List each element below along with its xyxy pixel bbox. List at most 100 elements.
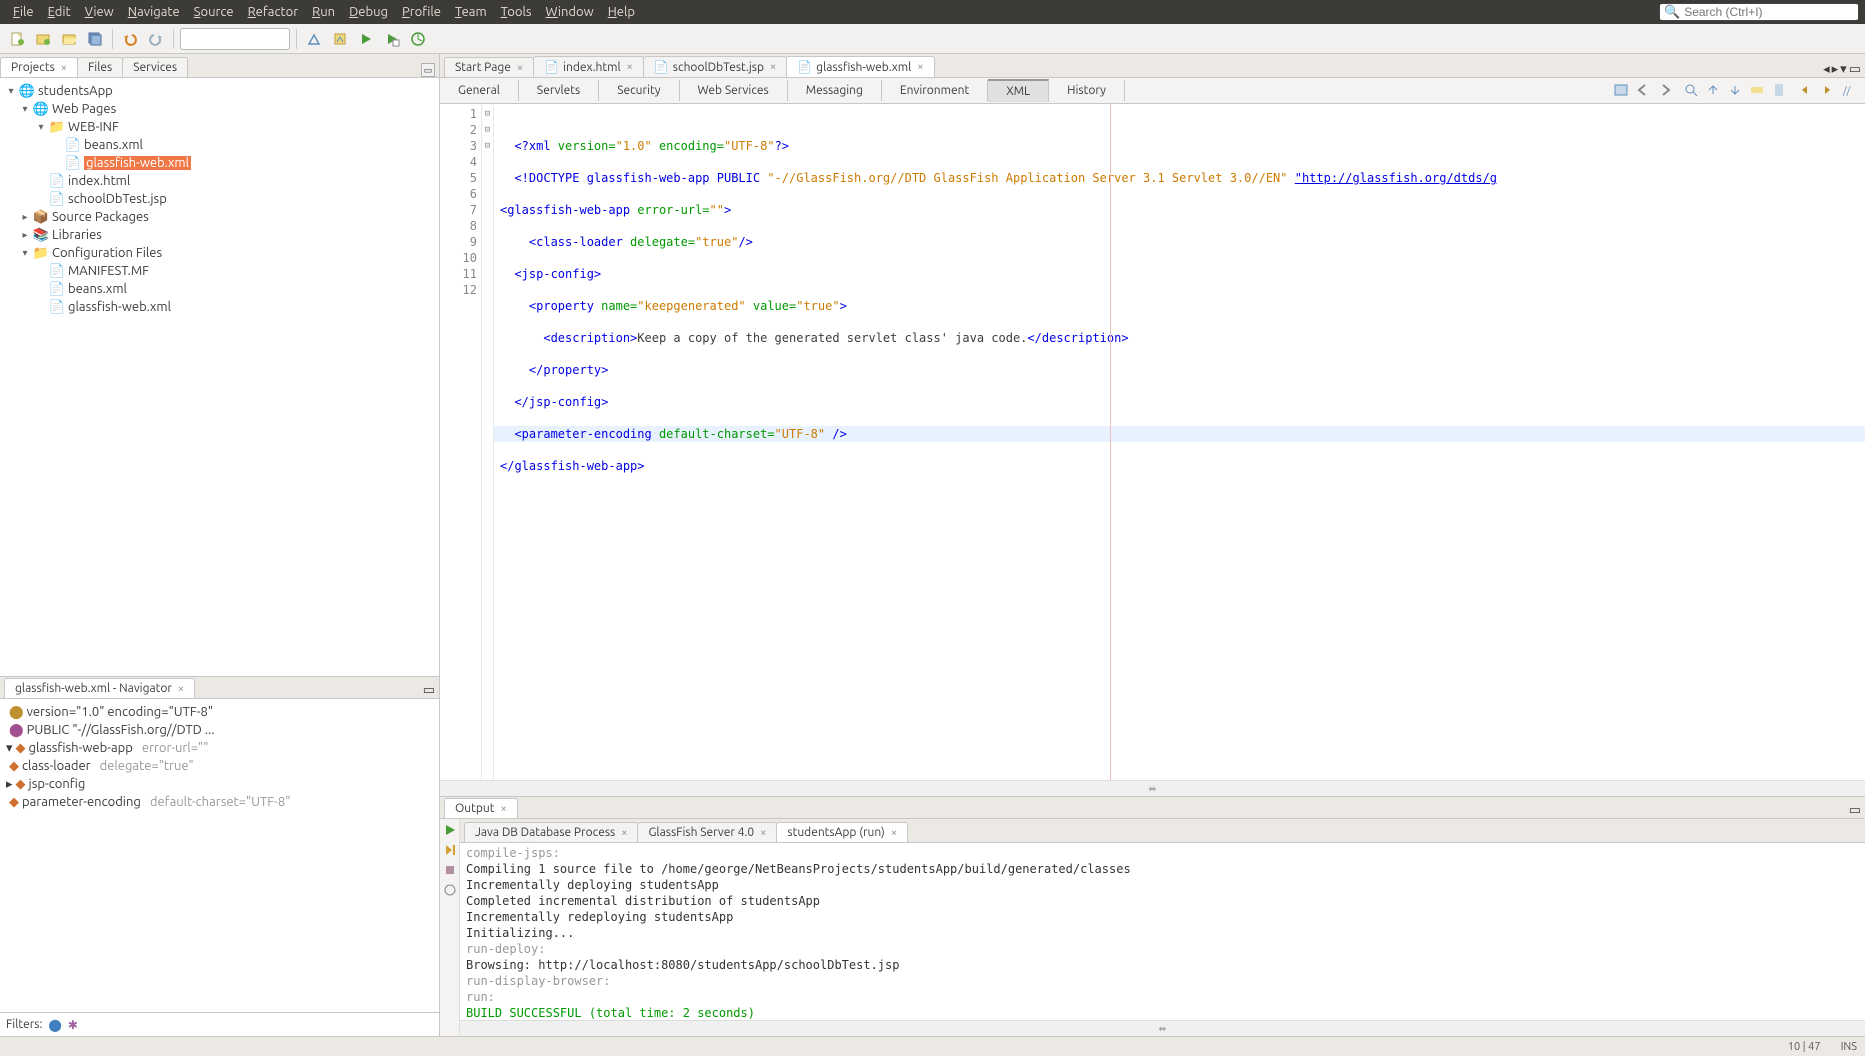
- back-button[interactable]: [1635, 82, 1653, 100]
- save-all-button[interactable]: [84, 28, 106, 50]
- toggle-bookmark-button[interactable]: [1771, 82, 1789, 100]
- quick-search-input[interactable]: [1684, 5, 1854, 19]
- tree-config-files[interactable]: ▾📁Configuration Files: [0, 244, 439, 262]
- open-project-button[interactable]: [58, 28, 80, 50]
- menu-team[interactable]: Team: [448, 2, 494, 22]
- filter-attr-icon[interactable]: ✱: [68, 1018, 78, 1032]
- tab-output[interactable]: Output×: [444, 798, 518, 818]
- menu-navigate[interactable]: Navigate: [121, 2, 187, 22]
- menu-file[interactable]: File: [6, 2, 41, 22]
- nav-jsp-config[interactable]: ▸◆jsp-config: [0, 775, 439, 793]
- menu-profile[interactable]: Profile: [395, 2, 448, 22]
- minimize-panel-button[interactable]: ▭: [1849, 803, 1861, 818]
- scroll-tabs-left-button[interactable]: ◂: [1823, 62, 1830, 77]
- menu-help[interactable]: Help: [601, 2, 642, 22]
- tree-school-jsp[interactable]: 📄schoolDbTest.jsp: [0, 190, 439, 208]
- stop-button[interactable]: [443, 863, 457, 877]
- tree-web-pages[interactable]: ▾🌐Web Pages: [0, 100, 439, 118]
- output-tab-studentsapp[interactable]: studentsApp (run)×: [776, 822, 908, 842]
- profile-button[interactable]: [407, 28, 429, 50]
- fold-gutter[interactable]: ⊟⊟⊟: [482, 104, 494, 780]
- view-tab-general[interactable]: General: [440, 80, 519, 101]
- tree-glassfish-xml-2[interactable]: 📄glassfish-web.xml: [0, 298, 439, 316]
- close-icon[interactable]: ×: [178, 683, 184, 695]
- menu-source[interactable]: Source: [187, 2, 241, 22]
- view-tab-servlets[interactable]: Servlets: [519, 80, 599, 101]
- maximize-window-button[interactable]: ▭: [1849, 62, 1861, 77]
- last-edit-button[interactable]: [1613, 82, 1631, 100]
- forward-button[interactable]: [1657, 82, 1675, 100]
- tab-services[interactable]: Services: [122, 57, 188, 77]
- output-tab-javadb[interactable]: Java DB Database Process×: [464, 822, 638, 842]
- clean-build-button[interactable]: [329, 28, 351, 50]
- view-tab-webservices[interactable]: Web Services: [680, 80, 788, 101]
- find-next-button[interactable]: [1727, 82, 1745, 100]
- tree-project-root[interactable]: ▾🌐studentsApp: [0, 82, 439, 100]
- shift-left-button[interactable]: [1797, 82, 1815, 100]
- close-icon[interactable]: ×: [621, 827, 627, 839]
- menu-tools[interactable]: Tools: [494, 2, 539, 22]
- rerun-button[interactable]: [443, 823, 457, 837]
- close-icon[interactable]: ×: [917, 61, 923, 73]
- view-tab-environment[interactable]: Environment: [882, 80, 988, 101]
- nav-parameter-encoding[interactable]: ◆parameter-encoding default-charset="UTF…: [0, 793, 439, 811]
- editor-hscroll[interactable]: ⬌: [440, 780, 1865, 796]
- close-icon[interactable]: ×: [770, 61, 776, 73]
- tab-projects[interactable]: Projects×: [0, 57, 78, 77]
- editor-tab-index-html[interactable]: 📄index.html×: [533, 56, 644, 77]
- tree-glassfish-xml[interactable]: 📄glassfish-web.xml: [0, 154, 439, 172]
- build-button[interactable]: [303, 28, 325, 50]
- config-dropdown[interactable]: [180, 28, 290, 50]
- close-icon[interactable]: ×: [627, 61, 633, 73]
- nav-doctype[interactable]: ⬤PUBLIC "-//GlassFish.org//DTD ...: [0, 721, 439, 739]
- new-file-button[interactable]: [6, 28, 28, 50]
- tree-manifest[interactable]: 📄MANIFEST.MF: [0, 262, 439, 280]
- code-editor[interactable]: 123456789101112 ⊟⊟⊟ <?xml version="1.0" …: [440, 104, 1865, 780]
- menu-view[interactable]: View: [78, 2, 121, 22]
- output-hscroll[interactable]: ⬌: [460, 1020, 1865, 1036]
- new-project-button[interactable]: [32, 28, 54, 50]
- tree-libraries[interactable]: ▸📚Libraries: [0, 226, 439, 244]
- find-previous-button[interactable]: [1705, 82, 1723, 100]
- nav-xml-declaration[interactable]: ⬤version="1.0" encoding="UTF-8": [0, 703, 439, 721]
- tab-navigator[interactable]: glassfish-web.xml - Navigator×: [4, 678, 195, 698]
- navigator-tree[interactable]: ⬤version="1.0" encoding="UTF-8" ⬤PUBLIC …: [0, 699, 439, 1012]
- close-icon[interactable]: ×: [891, 827, 897, 839]
- show-opened-documents-button[interactable]: ▾: [1840, 62, 1847, 77]
- output-tab-glassfish[interactable]: GlassFish Server 4.0×: [637, 822, 777, 842]
- rerun-step-button[interactable]: [443, 843, 457, 857]
- close-icon[interactable]: ×: [517, 62, 523, 74]
- nav-class-loader[interactable]: ◆class-loader delegate="true": [0, 757, 439, 775]
- menu-refactor[interactable]: Refactor: [241, 2, 306, 22]
- quick-search[interactable]: 🔍: [1659, 3, 1859, 21]
- close-icon[interactable]: ×: [500, 803, 506, 815]
- menu-run[interactable]: Run: [305, 2, 342, 22]
- view-tab-xml[interactable]: XML: [988, 79, 1049, 102]
- view-tab-messaging[interactable]: Messaging: [788, 80, 882, 101]
- tree-beans-xml[interactable]: 📄beans.xml: [0, 136, 439, 154]
- debug-button[interactable]: [381, 28, 403, 50]
- menu-window[interactable]: Window: [539, 2, 601, 22]
- tab-files[interactable]: Files: [77, 57, 123, 77]
- tree-beans-xml-2[interactable]: 📄beans.xml: [0, 280, 439, 298]
- projects-tree[interactable]: ▾🌐studentsApp ▾🌐Web Pages ▾📁WEB-INF 📄bea…: [0, 78, 439, 676]
- editor-tab-glassfish-web[interactable]: 📄glassfish-web.xml×: [786, 56, 934, 77]
- tree-web-inf[interactable]: ▾📁WEB-INF: [0, 118, 439, 136]
- minimize-panel-button[interactable]: ▭: [421, 63, 435, 77]
- minimize-panel-button[interactable]: ▭: [423, 683, 435, 698]
- run-button[interactable]: [355, 28, 377, 50]
- shift-right-button[interactable]: [1819, 82, 1837, 100]
- nav-root-element[interactable]: ▾◆glassfish-web-app error-url="": [0, 739, 439, 757]
- redo-button[interactable]: [145, 28, 167, 50]
- code-content[interactable]: <?xml version="1.0" encoding="UTF-8"?> <…: [494, 104, 1865, 780]
- find-selection-button[interactable]: [1683, 82, 1701, 100]
- view-tab-history[interactable]: History: [1049, 80, 1125, 101]
- close-icon[interactable]: ×: [760, 827, 766, 839]
- output-settings-button[interactable]: [443, 883, 457, 897]
- menu-debug[interactable]: Debug: [342, 2, 395, 22]
- filter-pi-icon[interactable]: ⬤: [48, 1018, 61, 1032]
- menu-edit[interactable]: Edit: [41, 2, 78, 22]
- tree-source-packages[interactable]: ▸📦Source Packages: [0, 208, 439, 226]
- scroll-tabs-right-button[interactable]: ▸: [1832, 62, 1839, 77]
- editor-tab-schooldbtest[interactable]: 📄schoolDbTest.jsp×: [643, 56, 787, 77]
